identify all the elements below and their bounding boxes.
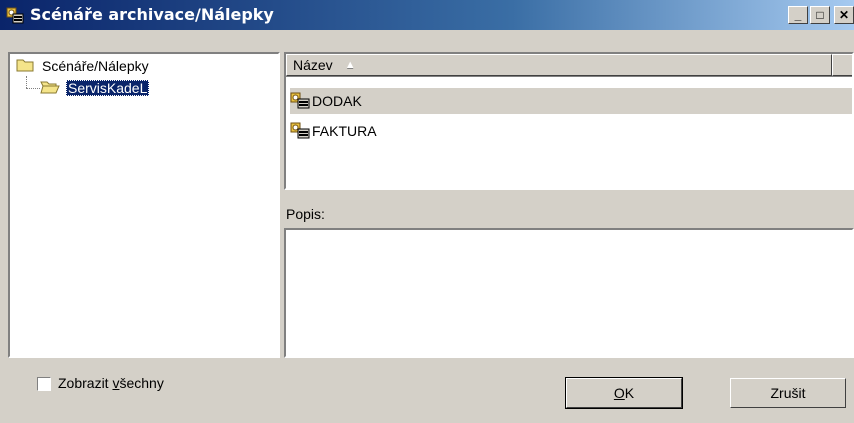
cancel-button[interactable]: Zrušit xyxy=(730,378,846,408)
tree-item-label: Scénáře/Nálepky xyxy=(42,58,149,74)
show-all-label[interactable]: Zobrazit všechny xyxy=(58,375,164,391)
description-field[interactable] xyxy=(284,228,854,358)
folder-icon xyxy=(16,58,34,75)
tree-item-root[interactable]: Scénáře/Nálepky xyxy=(16,56,151,76)
close-button[interactable]: ✕ xyxy=(834,6,854,24)
minimize-button[interactable]: _ xyxy=(788,6,808,24)
description-label: Popis: xyxy=(286,206,325,222)
tree-connector xyxy=(26,88,40,90)
show-all-checkbox[interactable] xyxy=(37,377,51,391)
tree-item-label: ServisKadeL xyxy=(66,80,150,96)
list-item-label: DODAK xyxy=(312,93,362,109)
window-title: Scénáře archivace/Nálepky xyxy=(30,5,274,24)
sort-ascending-icon: ▲ xyxy=(344,59,356,71)
list-item-dodak[interactable]: DODAK xyxy=(290,88,852,114)
maximize-button[interactable]: □ xyxy=(810,6,830,24)
scenario-icon xyxy=(290,91,310,112)
list-item-label: FAKTURA xyxy=(312,123,377,139)
app-icon xyxy=(6,6,24,24)
tree-panel[interactable]: Scénáře/Nálepky ServisKadeL xyxy=(8,52,280,358)
column-header-name[interactable]: Název ▲ xyxy=(286,54,832,76)
tree-item-serviskadel[interactable]: ServisKadeL xyxy=(40,78,150,98)
tree-connector xyxy=(26,76,28,88)
folder-open-icon xyxy=(40,80,60,97)
ok-button[interactable]: OK xyxy=(565,377,683,409)
title-bar[interactable]: Scénáře archivace/Nálepky _ □ ✕ xyxy=(0,0,854,30)
list-header: Název ▲ xyxy=(286,54,852,77)
list-item-faktura[interactable]: FAKTURA xyxy=(290,118,852,144)
column-header-filler xyxy=(832,54,852,76)
scenario-icon xyxy=(290,121,310,142)
scenario-list[interactable]: Název ▲ DODAK FAKTURA xyxy=(284,52,854,190)
